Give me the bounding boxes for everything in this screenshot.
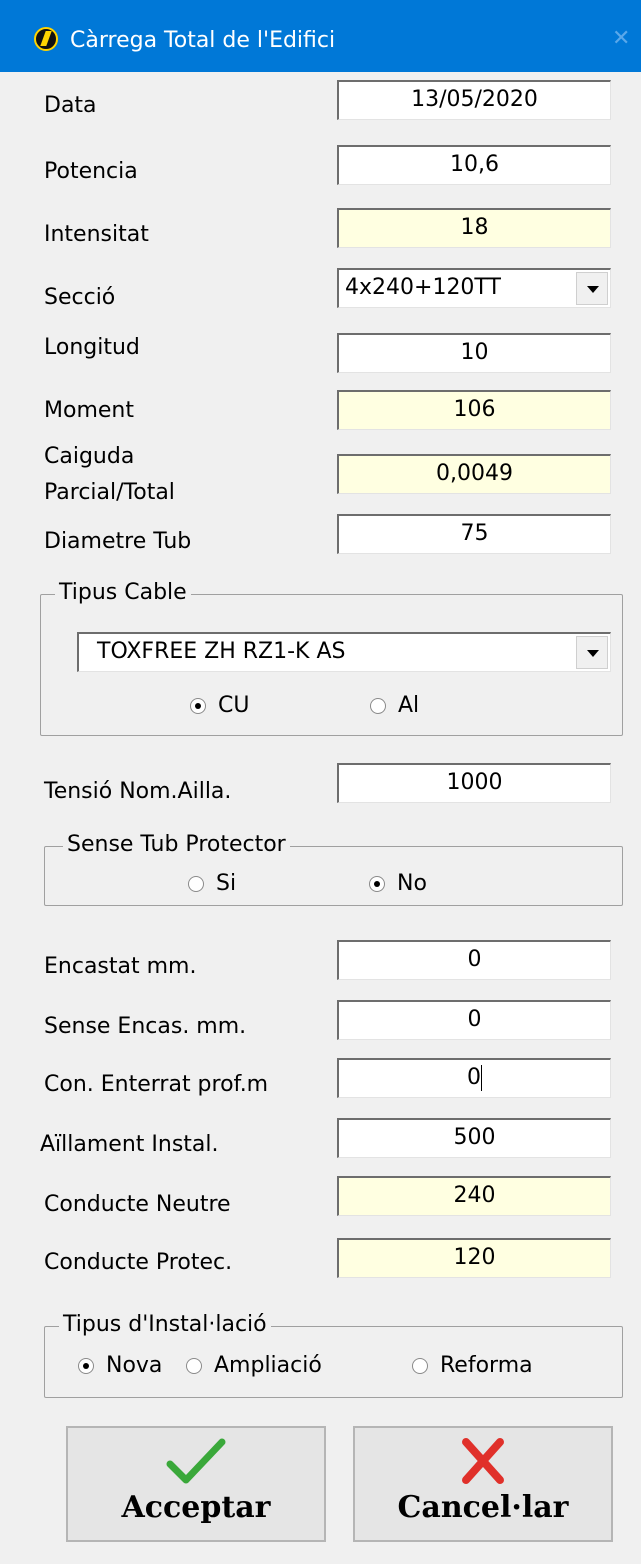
seccio-combo[interactable]: 4x240+120TT <box>337 268 611 308</box>
diametre-field[interactable]: 75 <box>337 514 611 554</box>
enterrat-value: 0 <box>467 1065 481 1090</box>
cable-type-combo[interactable]: TOXFREE ZH RZ1-K AS <box>77 632 611 672</box>
encastat-label: Encastat mm. <box>44 954 197 979</box>
potencia-field[interactable]: 10,6 <box>337 145 611 185</box>
radio-no-label: No <box>397 871 427 896</box>
moment-field: 106 <box>337 390 611 430</box>
caiguda-label-line1: Caiguda <box>44 444 135 469</box>
close-icon[interactable]: ✕ <box>612 26 630 51</box>
intensitat-field: 18 <box>337 208 611 248</box>
sense-encas-field[interactable]: 0 <box>337 1000 611 1040</box>
tensio-label: Tensió Nom.Ailla. <box>44 779 232 804</box>
cancel-button[interactable]: Cancel·lar <box>353 1426 613 1542</box>
chevron-down-icon[interactable] <box>576 636 608 669</box>
close-x-icon <box>355 1436 611 1486</box>
seccio-label: Secció <box>44 285 116 310</box>
radio-nova-label: Nova <box>106 1353 163 1378</box>
radio-cu-label: CU <box>218 693 250 718</box>
text-cursor <box>481 1065 482 1091</box>
lightning-logo-icon <box>34 27 58 51</box>
radio-unselected-icon[interactable] <box>188 876 204 892</box>
intensitat-label: Intensitat <box>44 222 149 247</box>
sense-encas-label: Sense Encas. mm. <box>44 1014 247 1039</box>
enterrat-field[interactable]: 0 <box>337 1058 611 1098</box>
radio-selected-icon[interactable] <box>78 1358 94 1374</box>
radio-ampliacio-label: Ampliació <box>214 1353 322 1378</box>
longitud-label: Longitud <box>44 335 140 360</box>
tipus-installacio-legend: Tipus d'Instal·lació <box>59 1311 271 1339</box>
radio-si-label: Si <box>216 871 237 896</box>
data-label: Data <box>44 93 97 118</box>
encastat-field[interactable]: 0 <box>337 940 611 980</box>
sense-tub-group: Sense Tub Protector <box>44 831 623 906</box>
caiguda-field: 0,0049 <box>337 454 611 494</box>
protec-field: 120 <box>337 1238 611 1278</box>
radio-unselected-icon[interactable] <box>412 1358 428 1374</box>
caiguda-label-line2: Parcial/Total <box>44 480 175 505</box>
data-field[interactable]: 13/05/2020 <box>337 80 611 120</box>
radio-selected-icon[interactable] <box>369 876 385 892</box>
accept-button[interactable]: Acceptar <box>66 1426 326 1542</box>
neutre-label: Conducte Neutre <box>44 1192 231 1217</box>
title-bar[interactable]: Càrrega Total de l'Edifici ✕ <box>0 0 641 72</box>
cancel-label: Cancel·lar <box>397 1490 569 1525</box>
radio-unselected-icon[interactable] <box>370 698 386 714</box>
tipus-cable-legend: Tipus Cable <box>55 579 191 607</box>
radio-al-label: Al <box>398 693 420 718</box>
dialog-window: Càrrega Total de l'Edifici ✕ Data 13/05/… <box>0 0 641 1564</box>
tensio-field[interactable]: 1000 <box>337 763 611 803</box>
potencia-label: Potencia <box>44 159 138 184</box>
protec-label: Conducte Protec. <box>44 1250 233 1275</box>
accept-label: Acceptar <box>121 1490 271 1525</box>
radio-selected-icon[interactable] <box>190 698 206 714</box>
seccio-value: 4x240+120TT <box>345 275 501 300</box>
sense-tub-legend: Sense Tub Protector <box>63 831 290 859</box>
chevron-down-icon[interactable] <box>576 272 608 305</box>
longitud-field[interactable]: 10 <box>337 333 611 373</box>
radio-unselected-icon[interactable] <box>186 1358 202 1374</box>
radio-reforma-label: Reforma <box>440 1353 533 1378</box>
enterrat-label: Con. Enterrat prof.m <box>44 1072 269 1097</box>
checkmark-icon <box>68 1436 324 1486</box>
aillament-field[interactable]: 500 <box>337 1118 611 1158</box>
neutre-field: 240 <box>337 1176 611 1216</box>
moment-label: Moment <box>44 398 134 423</box>
cable-type-value: TOXFREE ZH RZ1-K AS <box>97 639 346 664</box>
window-title: Càrrega Total de l'Edifici <box>70 28 336 53</box>
aillament-label: Aïllament Instal. <box>40 1132 219 1157</box>
diametre-label: Diametre Tub <box>44 529 192 554</box>
